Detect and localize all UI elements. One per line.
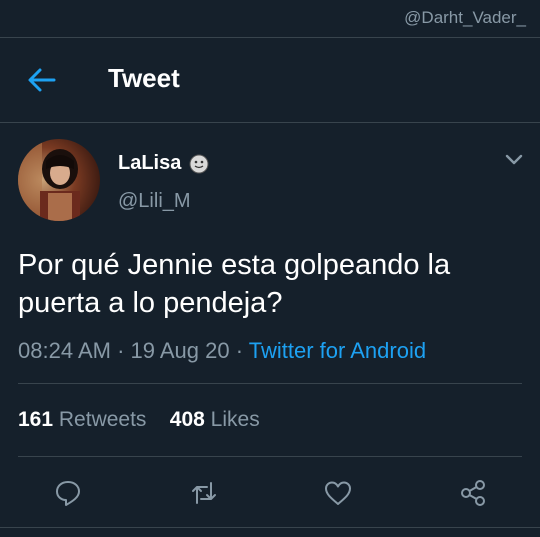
watermark: @Darht_Vader_ <box>404 8 526 27</box>
share-icon[interactable] <box>458 478 488 508</box>
likes-label: Likes <box>210 408 260 431</box>
author-handle[interactable]: @Lili_M <box>118 190 191 213</box>
tweet-meta: 08:24 AM · 19 Aug 20 · Twitter for Andro… <box>18 338 426 364</box>
tweet-text: Por qué Jennie esta golpeando la puerta … <box>18 249 451 319</box>
tweet-date: 19 Aug 20 <box>130 338 230 363</box>
author-name[interactable]: LaLisa <box>118 152 181 175</box>
retweet-icon[interactable] <box>189 478 219 508</box>
divider <box>18 383 522 384</box>
likes-stat[interactable]: 408 Likes <box>170 408 260 431</box>
divider <box>0 122 540 123</box>
tweet-stats: 161 Retweets 408 Likes <box>18 408 260 432</box>
separator: · <box>229 338 249 363</box>
arrow-left-icon[interactable] <box>26 66 56 94</box>
author-row: LaLisa <box>118 152 209 175</box>
tweet-source-link[interactable]: Twitter for Android <box>249 338 426 363</box>
tweet-time: 08:24 AM <box>18 338 111 363</box>
divider <box>0 527 540 528</box>
separator: · <box>110 338 131 363</box>
chevron-down-icon[interactable] <box>504 153 524 167</box>
reply-icon[interactable] <box>53 478 83 508</box>
avatar[interactable] <box>18 139 100 221</box>
smiling-face-icon <box>189 154 209 173</box>
divider <box>18 456 522 457</box>
likes-count: 408 <box>169 408 205 431</box>
action-bar <box>0 472 540 512</box>
retweets-label: Retweets <box>58 408 147 431</box>
retweets-stat[interactable]: 161 Retweets <box>18 408 146 431</box>
like-icon[interactable] <box>323 478 353 508</box>
retweets-count: 161 <box>18 408 54 431</box>
page-title: Tweet <box>108 63 180 93</box>
header: Tweet <box>0 38 540 122</box>
